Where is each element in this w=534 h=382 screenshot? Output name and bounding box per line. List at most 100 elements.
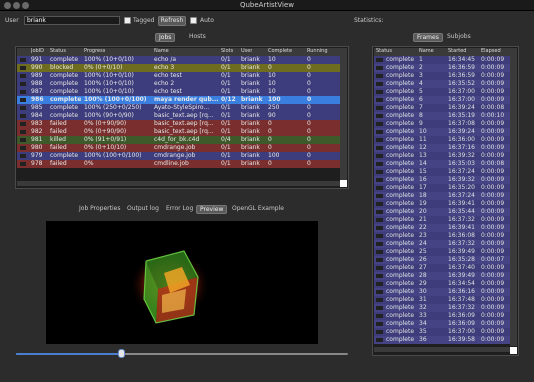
job-row[interactable]: 978 failed 0% cmdline.job 0/1 briank 0 0 (17, 160, 340, 168)
col-frame-elapsed[interactable]: Elapsed (481, 48, 501, 54)
col-frame-status[interactable]: Status (376, 48, 392, 54)
frame-cell-status: complete (386, 136, 415, 143)
job-cell-user: briank (241, 104, 260, 111)
job-row[interactable]: 982 failed 0% (0+90/90) basic_text.aep [rq.… (17, 128, 340, 136)
frame-row[interactable]: complete 27 16:37:40 0:00:09 (374, 264, 510, 272)
col-slots[interactable]: Slots (221, 48, 233, 54)
frame-row[interactable]: complete 24 16:37:32 0:00:09 (374, 240, 510, 248)
frame-row[interactable]: complete 3 16:36:59 0:00:09 (374, 72, 510, 80)
frame-row[interactable]: complete 26 16:35:28 0:00:07 (374, 256, 510, 264)
frame-row[interactable]: complete 4 16:35:52 0:00:09 (374, 80, 510, 88)
col-name[interactable]: Name (154, 48, 169, 54)
tab-hosts[interactable]: Hosts (186, 33, 209, 42)
frame-row[interactable]: complete 29 16:34:54 0:00:09 (374, 280, 510, 288)
job-row[interactable]: 991 complete 100% (10+0/10) echo /a 0/1 brian… (17, 56, 340, 64)
tab-preview[interactable]: Preview (196, 205, 228, 214)
job-row[interactable]: 989 complete 100% (10+0/10) echo test 0/1 bri… (17, 72, 340, 80)
refresh-button[interactable]: Refresh (158, 16, 186, 26)
frame-row[interactable]: complete 25 16:39:49 0:00:09 (374, 248, 510, 256)
frame-row[interactable]: complete 34 16:36:09 0:00:09 (374, 320, 510, 328)
job-cell-progress: 0% (0+0/10) (84, 64, 123, 71)
tagged-checkbox[interactable] (124, 17, 131, 24)
job-row[interactable]: 988 complete 100% (10+0/10) echo 2 0/1 briank… (17, 80, 340, 88)
frame-row[interactable]: complete 32 16:37:32 0:00:09 (374, 304, 510, 312)
col-progress[interactable]: Progress (84, 48, 105, 54)
frame-row[interactable]: complete 23 16:36:08 0:00:09 (374, 232, 510, 240)
col-status[interactable]: Status (50, 48, 66, 54)
frame-row[interactable]: complete 6 16:37:00 0:00:09 (374, 96, 510, 104)
col-running[interactable]: Running (307, 48, 328, 54)
job-row[interactable]: 987 complete 100% (10+0/10) echo test 0/1 bri… (17, 88, 340, 96)
col-frame-started[interactable]: Started (448, 48, 466, 54)
frame-row[interactable]: complete 9 16:37:08 0:00:09 (374, 120, 510, 128)
col-jobid[interactable]: JobID (31, 48, 44, 54)
frame-row[interactable]: complete 15 16:37:24 0:00:09 (374, 168, 510, 176)
frame-row[interactable]: complete 30 16:36:16 0:00:09 (374, 288, 510, 296)
frame-row[interactable]: complete 19 16:39:41 0:00:09 (374, 200, 510, 208)
frame-row[interactable]: complete 16 16:39:32 0:00:09 (374, 176, 510, 184)
tab-frames[interactable]: Frames (413, 33, 443, 42)
job-row[interactable]: 981 killed 0% (91+0/91) c4d_for_bk.c4d 0/4 br… (17, 136, 340, 144)
job-row[interactable]: 986 complete 100% (100+0/100) maya render q… (17, 96, 340, 104)
frame-row[interactable]: complete 28 16:39:49 0:00:09 (374, 272, 510, 280)
frame-status-icon (376, 202, 383, 206)
frame-row[interactable]: complete 14 16:35:03 0:00:08 (374, 160, 510, 168)
user-input[interactable]: briank (24, 16, 120, 25)
auto-checkbox[interactable] (190, 17, 197, 24)
frame-row[interactable]: complete 31 16:37:48 0:00:09 (374, 296, 510, 304)
tab-output-log[interactable]: Output log (124, 205, 162, 214)
tab-subjobs[interactable]: Subjobs (444, 33, 474, 42)
frames-horizontal-scrollbar[interactable] (374, 347, 510, 352)
frame-row[interactable]: complete 35 16:37:00 0:00:09 (374, 328, 510, 336)
frame-row[interactable]: complete 8 16:35:19 0:00:10 (374, 112, 510, 120)
jobs-horizontal-scrollbar[interactable] (17, 181, 340, 186)
job-row[interactable]: 990 blocked 0% (0+0/10) echo 3 0/1 briank 0 0 (17, 64, 340, 72)
job-row[interactable]: 979 complete 100% (100+0/100) cmdrange.job 0… (17, 152, 340, 160)
frame-row[interactable]: complete 12 16:37:16 0:00:09 (374, 144, 510, 152)
frame-row[interactable]: complete 1 16:34:45 0:00:09 (374, 56, 510, 64)
job-status-icon (20, 162, 26, 166)
frame-row[interactable]: complete 10 16:39:24 0:00:09 (374, 128, 510, 136)
job-cell-name: maya render qub... (154, 96, 219, 103)
frame-row[interactable]: complete 20 16:35:44 0:00:09 (374, 208, 510, 216)
frame-row[interactable]: complete 7 16:39:24 0:00:08 (374, 104, 510, 112)
job-row[interactable]: 985 complete 100% (250+0/250) Ayato-StyleSp… (17, 104, 340, 112)
frame-row[interactable]: complete 11 16:36:00 0:00:09 (374, 136, 510, 144)
frame-row[interactable]: complete 2 16:36:59 0:00:09 (374, 64, 510, 72)
frame-row[interactable]: complete 36 16:39:58 0:00:09 (374, 336, 510, 344)
frame-row[interactable]: complete 22 16:39:41 0:00:09 (374, 224, 510, 232)
tab-jobs[interactable]: Jobs (155, 33, 176, 42)
frame-cell-started: 16:39:41 (448, 200, 475, 207)
tab-opengl-example[interactable]: OpenGL Example (229, 205, 287, 214)
frame-row[interactable]: complete 33 16:36:09 0:00:09 (374, 312, 510, 320)
job-cell-user: briank (241, 96, 263, 103)
col-frame-name[interactable]: Name (419, 48, 434, 54)
job-row[interactable]: 980 failed 0% (0+10/10) cmdrange.job 0/1 bria… (17, 144, 340, 152)
preview-slider-thumb[interactable] (118, 349, 125, 358)
job-row[interactable]: 983 failed 0% (0+90/90) basic_text.aep [rq.… (17, 120, 340, 128)
frame-row[interactable]: complete 21 16:37:32 0:00:09 (374, 216, 510, 224)
frame-row[interactable]: complete 5 16:37:00 0:00:09 (374, 88, 510, 96)
tab-error-log[interactable]: Error Log (163, 205, 196, 214)
frame-cell-started: 16:36:09 (448, 312, 475, 319)
tab-job-properties[interactable]: Job Properties (76, 205, 123, 214)
frames-vertical-scrollbar[interactable] (510, 56, 517, 346)
job-cell-id: 985 (31, 104, 43, 111)
frame-cell-started: 16:36:59 (448, 64, 475, 71)
job-cell-id: 986 (31, 96, 44, 103)
frame-cell-name: 34 (419, 320, 427, 327)
job-row[interactable]: 984 complete 100% (90+0/90) basic_text.aep … (17, 112, 340, 120)
frame-row[interactable]: complete 13 16:39:32 0:00:09 (374, 152, 510, 160)
jobs-vertical-scrollbar[interactable] (340, 56, 347, 180)
job-cell-complete: 10 (268, 56, 276, 63)
frame-cell-elapsed: 0:00:09 (481, 152, 505, 159)
job-cell-user: briank (241, 136, 260, 143)
job-cell-user: briank (241, 64, 260, 71)
frame-row[interactable]: complete 17 16:35:20 0:00:09 (374, 184, 510, 192)
col-complete[interactable]: Complete (268, 48, 292, 54)
job-cell-slots: 0/1 (221, 112, 231, 119)
col-user[interactable]: User (241, 48, 252, 54)
frame-cell-started: 16:37:00 (448, 88, 475, 95)
frame-row[interactable]: complete 18 16:37:24 0:00:09 (374, 192, 510, 200)
frame-status-icon (376, 234, 383, 238)
